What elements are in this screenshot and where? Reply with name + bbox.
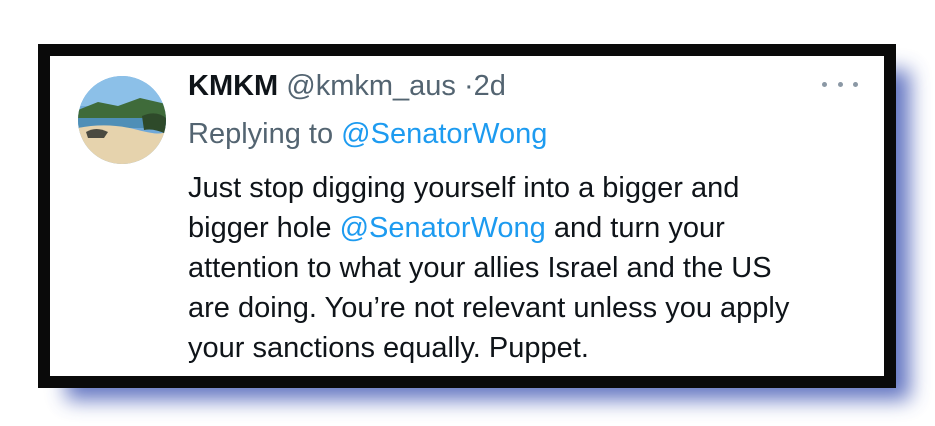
tweet-body-text: and turn your [545,212,725,244]
tweet-body-line: attention to what your allies Israel and… [188,252,772,284]
replying-to-label: Replying to [188,118,342,150]
body-mention[interactable]: @SenatorWong [340,212,546,244]
dot [822,81,827,87]
dot [853,81,858,87]
avatar[interactable] [78,76,166,164]
beach-avatar-image [78,76,166,164]
tweet-body-line: your sanctions equally. Puppet. [188,332,589,364]
replying-to: Replying to @SenatorWong [188,118,547,151]
timestamp[interactable]: 2d [474,70,506,102]
tweet-body-line: Just stop digging yourself into a bigger… [188,172,740,204]
tweet-card: KMKM @kmkm_aus ·2d Replying to @SenatorW… [38,44,896,388]
tweet-body: Just stop digging yourself into a bigger… [188,168,789,368]
display-name[interactable]: KMKM [188,70,278,102]
dot [837,81,843,87]
separator-dot: · [463,70,474,102]
more-horizontal-icon[interactable] [822,74,858,94]
tweet-header: KMKM @kmkm_aus ·2d [188,70,506,103]
tweet-body-text: bigger hole [188,212,340,244]
tweet-body-line: bigger hole @SenatorWong and turn your [188,208,789,248]
tweet-body-line: are doing. You’re not relevant unless yo… [188,292,790,324]
handle[interactable]: @kmkm_aus [286,70,456,102]
replying-to-mention[interactable]: @SenatorWong [341,118,547,150]
